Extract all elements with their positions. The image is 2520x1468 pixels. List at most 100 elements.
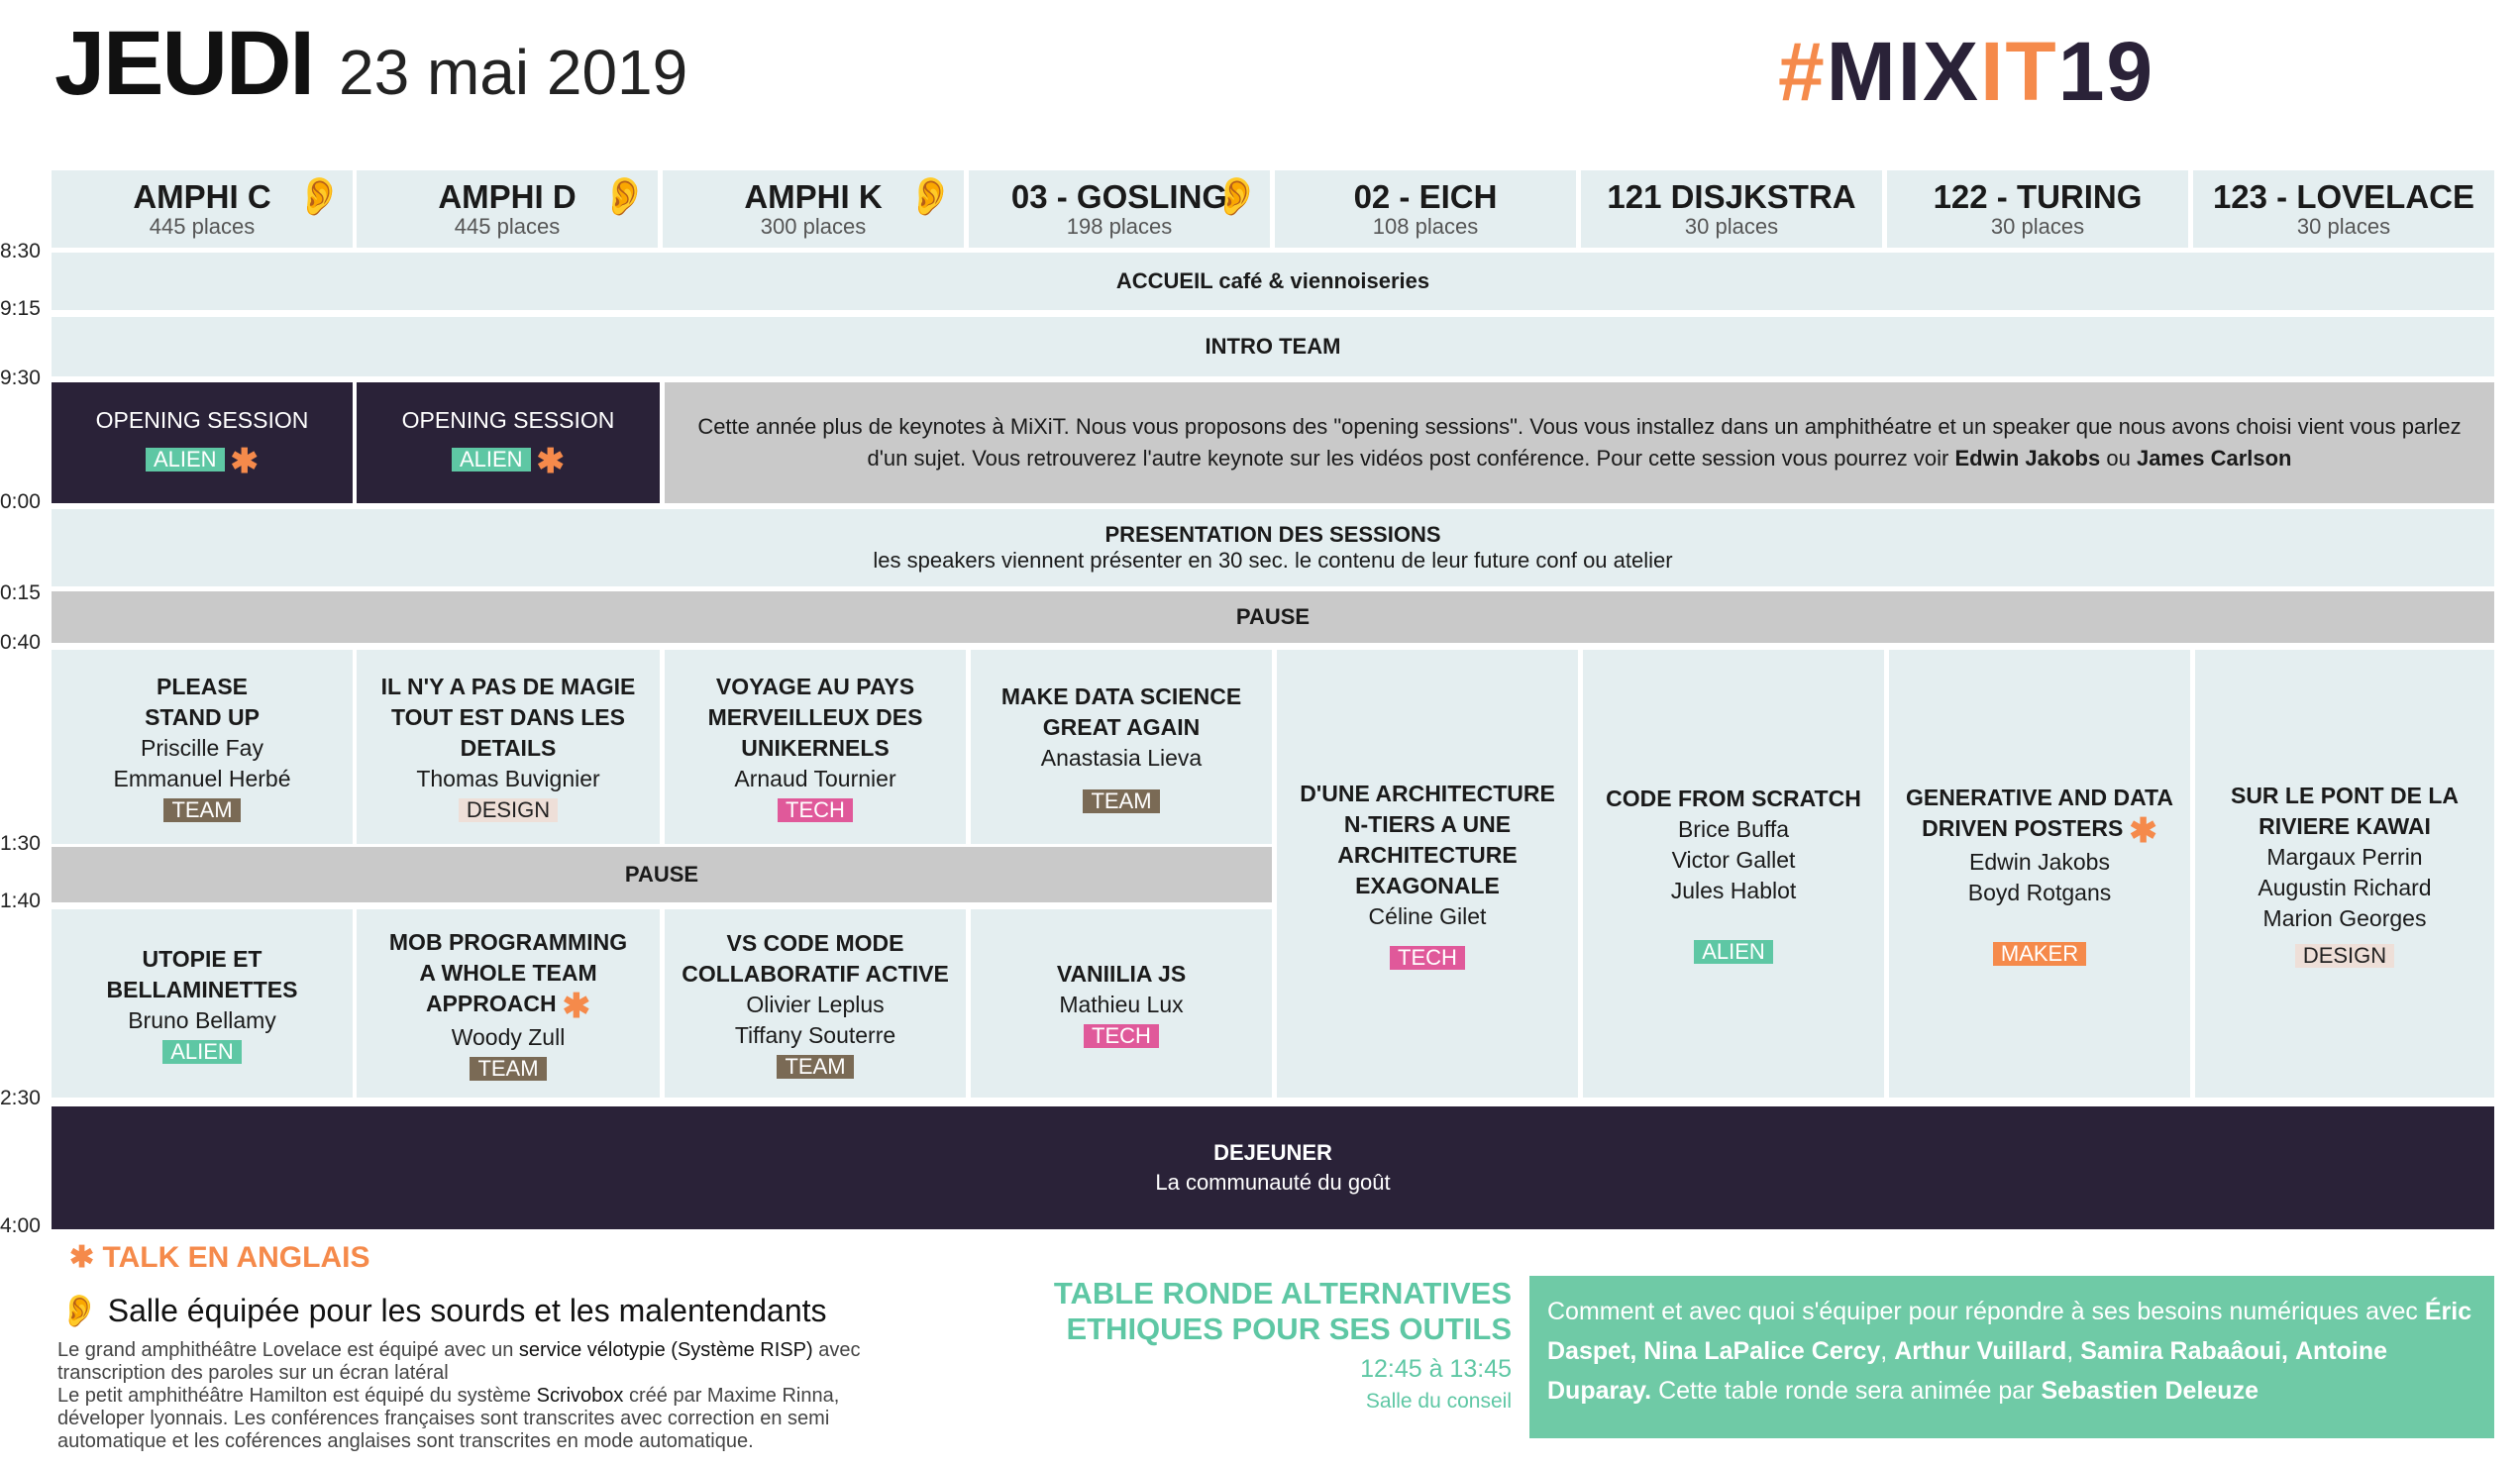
legend-note-text: Le grand amphithéâtre Lovelace est équip… <box>57 1339 519 1361</box>
legend-note-highlight: Scrivobox <box>536 1385 624 1407</box>
table-ronde-moderator: Sebastien Deleuze <box>2041 1377 2258 1405</box>
session-card[interactable]: UTOPIE ET BELLAMINETTES Bruno Bellamy AL… <box>52 909 353 1098</box>
legend-note-text: créé par Maxime Rinna, <box>623 1385 840 1407</box>
session-title: APPROACH ✱ <box>426 989 590 1023</box>
room-capacity: 108 places <box>1372 214 1479 239</box>
session-speaker: Augustin Richard <box>2258 874 2432 900</box>
session-speaker: Anastasia Lieva <box>1040 744 1203 771</box>
session-speaker: Brice Buffa <box>1677 816 1790 842</box>
session-speaker: Céline Gilet <box>1368 902 1487 929</box>
session-speaker: Olivier Leplus <box>746 992 885 1017</box>
table-ronde-text: Cette table ronde sera animée par <box>1651 1377 2042 1405</box>
session-card[interactable]: IL N'Y A PAS DE MAGIE TOUT EST DANS LES … <box>357 650 660 844</box>
session-title: CODE FROM SCRATCH <box>1606 786 1861 811</box>
time-label: 0:40 <box>0 631 41 654</box>
session-card[interactable]: MAKE DATA SCIENCE GREAT AGAIN Anastasia … <box>971 650 1272 844</box>
hearing-icon: 👂 <box>906 176 954 218</box>
session-card[interactable]: CODE FROM SCRATCH Brice Buffa Victor Gal… <box>1583 650 1884 1098</box>
hearing-icon: 👂 <box>1212 176 1260 218</box>
room-header-lovelace: 123 - LOVELACE 30 places <box>2193 170 2494 248</box>
legend-note-text: Le petit amphithéâtre Hamilton est équip… <box>57 1385 537 1407</box>
session-title: EXAGONALE <box>1355 872 1500 898</box>
session-title: MOB PROGRAMMING <box>388 928 628 955</box>
room-capacity: 30 places <box>1684 214 1779 239</box>
room-header-gosling: 03 - GOSLING 198 places 👂 <box>969 170 1270 248</box>
hearing-icon: 👂 <box>59 1293 99 1328</box>
tag-design: DESIGN <box>2294 943 2395 968</box>
session-card[interactable]: D'UNE ARCHITECTURE N-TIERS A UNE ARCHITE… <box>1277 650 1578 1098</box>
room-name: AMPHI K <box>744 178 883 215</box>
dejeuner-title: DEJEUNER <box>1213 1140 1332 1165</box>
session-tags: ALIEN ✱ <box>451 442 566 481</box>
session-title: PLEASE <box>156 674 249 699</box>
session-card[interactable]: MOB PROGRAMMING A WHOLE TEAM APPROACH ✱ W… <box>357 909 660 1098</box>
session-card[interactable]: PLEASE STAND UP Priscille Fay Emmanuel H… <box>52 650 353 844</box>
table-ronde-speaker: Arthur Vuillard <box>1894 1337 2067 1365</box>
session-title: MERVEILLEUX DES <box>707 704 923 730</box>
session-card[interactable]: VS CODE MODE COLLABORATIF ACTIVE Olivier… <box>665 909 966 1098</box>
hearing-icon: 👂 <box>600 176 648 218</box>
session-title: BELLAMINETTES <box>106 976 298 1002</box>
session-card[interactable]: GENERATIVE AND DATA DRIVEN POSTERS ✱ Edwi… <box>1889 650 2190 1098</box>
room-capacity: 445 places <box>454 214 561 239</box>
session-speaker: Margaux Perrin <box>2266 843 2423 870</box>
session-title: D'UNE ARCHITECTURE <box>1300 780 1555 806</box>
mixit-logo: #MIXIT19 <box>1778 22 2154 121</box>
opening-info-text: Cette année plus de keynotes à MiXiT. No… <box>688 411 2470 474</box>
legend-notes: Le grand amphithéâtre Lovelace est équip… <box>57 1339 1008 1453</box>
pause-label: PAUSE <box>624 862 699 887</box>
time-label: 9:15 <box>0 297 41 320</box>
session-speaker: Woody Zull <box>451 1023 566 1050</box>
time-label: 4:00 <box>0 1214 41 1237</box>
tag-maker: MAKER <box>1992 941 2087 966</box>
legend-hearing-label: Salle équipée pour les sourds et les mal… <box>107 1293 827 1328</box>
session-speaker: Priscille Fay <box>141 735 263 761</box>
table-ronde-title: ETHIQUES POUR SES OUTILS <box>1066 1311 1512 1346</box>
presentation-subtitle: les speakers viennent présenter en 30 se… <box>873 548 1673 573</box>
room-header-amphi-k: AMPHI K 300 places 👂 <box>663 170 964 248</box>
accueil-bar: ACCUEIL café & viennoiseries <box>52 253 2494 310</box>
presentation-title: PRESENTATION DES SESSIONS <box>1104 522 1441 547</box>
page-header: JEUDI 23 mai 2019 <box>54 12 687 114</box>
session-speaker: Bruno Bellamy <box>128 1006 276 1033</box>
time-label: 9:30 <box>0 367 41 389</box>
tag-tech: TECH <box>1084 1024 1159 1048</box>
session-title: DRIVEN POSTERS ✱ <box>1922 811 2157 850</box>
room-name: AMPHI D <box>438 178 577 215</box>
room-name: AMPHI C <box>133 178 271 215</box>
legend-note-line: Le grand amphithéâtre Lovelace est équip… <box>57 1339 1008 1362</box>
tag-team: TEAM <box>163 798 241 822</box>
opening-session-amphi-c[interactable]: OPENING SESSION ALIEN ✱ <box>52 382 353 503</box>
session-speaker: Boyd Rotgans <box>1967 879 2112 905</box>
table-ronde-speaker: Samira Rabaâoui, <box>2080 1337 2288 1365</box>
legend-english-label: TALK EN ANGLAIS <box>102 1241 370 1274</box>
logo-year: 19 <box>2057 25 2155 118</box>
table-ronde-text: , <box>1880 1337 1895 1365</box>
room-capacity: 445 places <box>149 214 256 239</box>
dejeuner-subtitle: La communauté du goût <box>1155 1170 1391 1195</box>
english-talk-icon: ✱ <box>2129 811 2157 850</box>
session-speaker: Tiffany Souterre <box>734 1022 896 1048</box>
room-header-amphi-d: AMPHI D 445 places 👂 <box>357 170 658 248</box>
session-title-text: DRIVEN POSTERS <box>1922 814 2124 841</box>
session-title: A WHOLE TEAM <box>419 959 597 986</box>
session-card[interactable]: VOYAGE AU PAYS MERVEILLEUX DES UNIKERNEL… <box>665 650 966 844</box>
pause-bar: PAUSE <box>52 847 1272 902</box>
session-speaker: Victor Gallet <box>1671 847 1796 873</box>
pause-label: PAUSE <box>1235 604 1311 629</box>
tag-team: TEAM <box>1083 788 1160 813</box>
day-title: JEUDI <box>54 13 315 114</box>
english-talk-icon: ✱ <box>536 442 566 480</box>
session-card[interactable]: VANIILIA JS Mathieu Lux TECH <box>971 909 1272 1098</box>
session-title: IL N'Y A PAS DE MAGIE <box>380 674 636 699</box>
opening-session-amphi-d[interactable]: OPENING SESSION ALIEN ✱ <box>357 382 660 503</box>
dejeuner-bar: DEJEUNER La communauté du goût <box>52 1106 2494 1229</box>
tag-design: DESIGN <box>458 798 559 822</box>
session-speaker: Mathieu Lux <box>1059 992 1184 1017</box>
legend-hearing: 👂 Salle équipée pour les sourds et les m… <box>59 1292 827 1329</box>
session-speaker: Edwin Jakobs <box>1969 848 2110 875</box>
session-card[interactable]: SUR LE PONT DE LA RIVIERE KAWAI Margaux … <box>2195 650 2494 1098</box>
tag-alien: ALIEN <box>1694 940 1773 964</box>
tag-tech: TECH <box>778 798 853 822</box>
table-ronde-text: avec <box>2365 1298 2425 1325</box>
